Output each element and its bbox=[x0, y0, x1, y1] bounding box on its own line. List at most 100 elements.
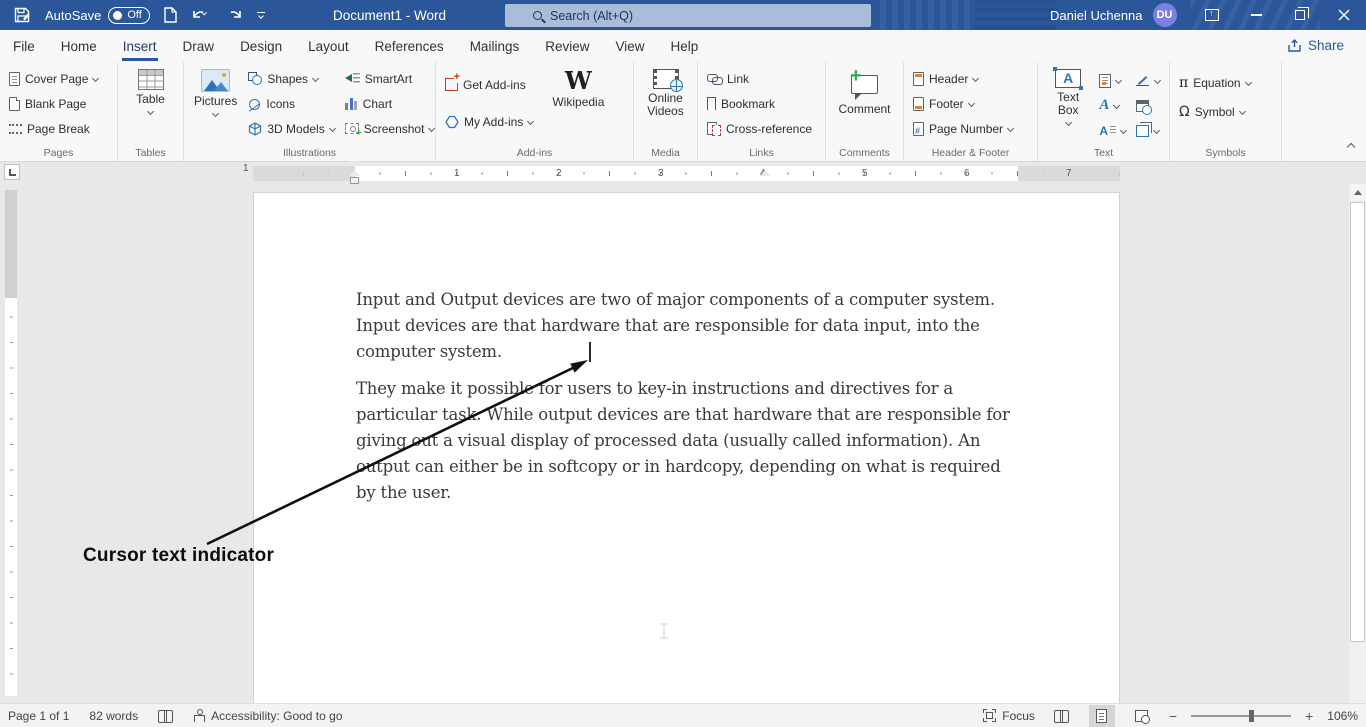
new-document-icon[interactable] bbox=[164, 7, 177, 23]
restore-button[interactable] bbox=[1278, 0, 1322, 30]
cover-page-button[interactable]: Cover Page bbox=[6, 67, 101, 90]
object-button[interactable] bbox=[1133, 119, 1163, 142]
customize-toolbar-icon[interactable] bbox=[257, 12, 265, 18]
quick-parts-button[interactable] bbox=[1096, 69, 1129, 92]
account-area[interactable]: Daniel Uchenna DU bbox=[1050, 0, 1177, 30]
zoom-slider-handle[interactable] bbox=[1249, 710, 1254, 722]
table-button[interactable]: Table bbox=[132, 67, 169, 116]
autosave-toggle[interactable]: Off bbox=[108, 7, 150, 24]
group-symbols: π Equation Ω Symbol Symbols bbox=[1170, 62, 1282, 161]
zoom-level[interactable]: 106% bbox=[1327, 709, 1358, 723]
wordart-button[interactable]: A bbox=[1096, 94, 1129, 117]
page-break-button[interactable]: Page Break bbox=[6, 117, 101, 140]
signature-line-button[interactable] bbox=[1133, 69, 1163, 92]
minimize-button[interactable] bbox=[1234, 0, 1278, 30]
paragraph-1[interactable]: Input and Output devices are two of majo… bbox=[356, 287, 1024, 365]
ribbon: Cover Page Blank Page Page Break Pages T… bbox=[0, 62, 1366, 162]
online-videos-button[interactable]: Online Videos bbox=[640, 67, 691, 120]
ribbon-display-options-button[interactable] bbox=[1190, 0, 1234, 30]
group-media: Online Videos Media bbox=[634, 62, 698, 161]
tab-mailings[interactable]: Mailings bbox=[457, 30, 533, 62]
zoom-out-button[interactable]: − bbox=[1169, 708, 1177, 724]
scroll-up-button[interactable] bbox=[1350, 185, 1365, 200]
print-layout-button[interactable] bbox=[1089, 705, 1115, 727]
pictures-button[interactable]: Pictures bbox=[190, 67, 241, 118]
save-icon[interactable] bbox=[14, 7, 31, 23]
annotation-label: Cursor text indicator bbox=[83, 545, 274, 567]
tab-review[interactable]: Review bbox=[532, 30, 602, 62]
zoom-slider[interactable] bbox=[1191, 715, 1291, 717]
cross-reference-icon bbox=[707, 122, 721, 136]
tab-help[interactable]: Help bbox=[658, 30, 712, 62]
drop-cap-button[interactable]: A bbox=[1096, 119, 1129, 142]
tab-design[interactable]: Design bbox=[227, 30, 295, 62]
chart-icon bbox=[345, 97, 358, 110]
smartart-icon bbox=[345, 72, 360, 85]
screenshot-button[interactable]: Screenshot bbox=[342, 117, 438, 140]
my-addins-button[interactable]: My Add-ins bbox=[442, 110, 536, 133]
horizontal-ruler[interactable]: 1 2 3 4 5 6 7 bbox=[253, 166, 1120, 181]
zoom-in-button[interactable]: + bbox=[1305, 708, 1313, 724]
document-workspace: Input and Output devices are two of majo… bbox=[0, 184, 1366, 703]
vertical-scrollbar[interactable] bbox=[1349, 184, 1366, 703]
autosave-control[interactable]: AutoSave Off bbox=[45, 7, 150, 24]
tab-view[interactable]: View bbox=[602, 30, 657, 62]
tab-selector-button[interactable] bbox=[4, 164, 20, 180]
equation-icon: π bbox=[1179, 75, 1188, 91]
paragraph-2[interactable]: They make it possible for users to key-i… bbox=[356, 376, 1024, 506]
footer-button[interactable]: Footer bbox=[910, 92, 1016, 115]
collapse-ribbon-button[interactable] bbox=[1348, 137, 1354, 155]
vertical-ruler[interactable] bbox=[5, 190, 17, 696]
cross-reference-button[interactable]: Cross-reference bbox=[704, 117, 815, 140]
3d-models-button[interactable]: 3D Models bbox=[245, 117, 337, 140]
chart-button[interactable]: Chart bbox=[342, 92, 438, 115]
shapes-button[interactable]: Shapes bbox=[245, 67, 337, 90]
tab-references[interactable]: References bbox=[362, 30, 457, 62]
redo-button[interactable] bbox=[227, 8, 243, 23]
comment-button[interactable]: + Comment bbox=[834, 67, 894, 118]
focus-icon bbox=[983, 709, 996, 722]
share-button[interactable]: Share bbox=[1279, 34, 1352, 57]
search-input[interactable]: Search (Alt+Q) bbox=[505, 4, 871, 27]
search-placeholder: Search (Alt+Q) bbox=[550, 9, 633, 23]
blank-page-button[interactable]: Blank Page bbox=[6, 92, 101, 115]
header-button[interactable]: Header bbox=[910, 67, 1016, 90]
scrollbar-thumb[interactable] bbox=[1350, 202, 1365, 642]
tab-file[interactable]: File bbox=[0, 30, 48, 62]
tab-insert[interactable]: Insert bbox=[110, 30, 170, 62]
tab-layout[interactable]: Layout bbox=[295, 30, 362, 62]
tab-draw[interactable]: Draw bbox=[170, 30, 228, 62]
read-mode-button[interactable] bbox=[1049, 705, 1075, 727]
tab-home[interactable]: Home bbox=[48, 30, 110, 62]
date-time-button[interactable] bbox=[1133, 94, 1163, 117]
group-label-comments: Comments bbox=[826, 147, 903, 159]
ruler-number: 7 bbox=[1066, 168, 1072, 179]
equation-button[interactable]: π Equation bbox=[1176, 71, 1254, 94]
close-button[interactable] bbox=[1322, 0, 1366, 30]
symbol-label: Symbol bbox=[1195, 105, 1235, 119]
focus-button[interactable]: Focus bbox=[983, 709, 1035, 723]
symbol-button[interactable]: Ω Symbol bbox=[1176, 100, 1254, 123]
left-indent-marker[interactable] bbox=[350, 177, 359, 184]
page-break-icon bbox=[9, 124, 22, 134]
avatar[interactable]: DU bbox=[1153, 3, 1177, 27]
accessibility-status[interactable]: Accessibility: Good to go bbox=[193, 709, 342, 723]
comment-label: Comment bbox=[838, 103, 890, 116]
page-number-button[interactable]: # Page Number bbox=[910, 117, 1016, 140]
smartart-button[interactable]: SmartArt bbox=[342, 67, 438, 90]
proofing-button[interactable] bbox=[158, 710, 173, 721]
icons-button[interactable]: Icons bbox=[245, 92, 337, 115]
link-button[interactable]: Link bbox=[704, 67, 815, 90]
document-page[interactable]: Input and Output devices are two of majo… bbox=[253, 192, 1120, 703]
comment-icon: + bbox=[851, 75, 878, 94]
web-layout-button[interactable] bbox=[1129, 705, 1155, 727]
document-text[interactable]: Input and Output devices are two of majo… bbox=[356, 287, 1024, 506]
page-indicator[interactable]: Page 1 of 1 bbox=[8, 709, 69, 723]
get-addins-button[interactable]: Get Add-ins bbox=[442, 73, 536, 96]
word-count[interactable]: 82 words bbox=[89, 709, 138, 723]
bookmark-button[interactable]: Bookmark bbox=[704, 92, 815, 115]
undo-button[interactable] bbox=[191, 8, 213, 23]
wikipedia-button[interactable]: W Wikipedia bbox=[548, 67, 608, 111]
3d-models-icon bbox=[248, 122, 262, 136]
text-box-button[interactable]: A Text Box bbox=[1044, 67, 1092, 127]
